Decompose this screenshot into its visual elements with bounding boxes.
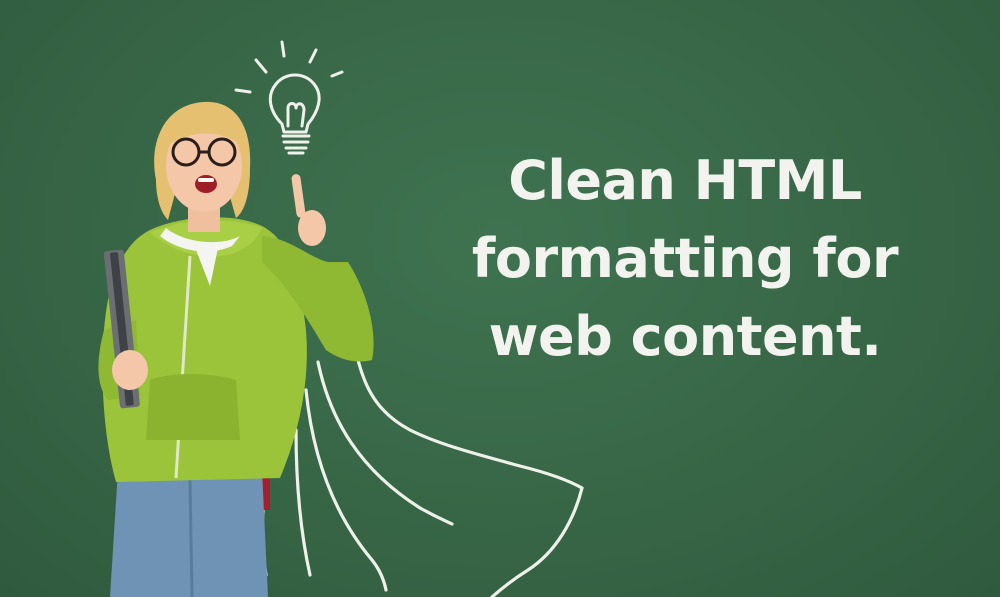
headline-line-3: web content. [488,305,882,368]
mouth [195,175,217,193]
headline-line-1: Clean HTML [508,149,862,212]
headline-line-2: formatting for [471,227,899,290]
banner: Clean HTML formatting for web content. [0,0,1000,597]
left-hand [112,350,148,390]
headline: Clean HTML formatting for web content. [470,142,900,376]
